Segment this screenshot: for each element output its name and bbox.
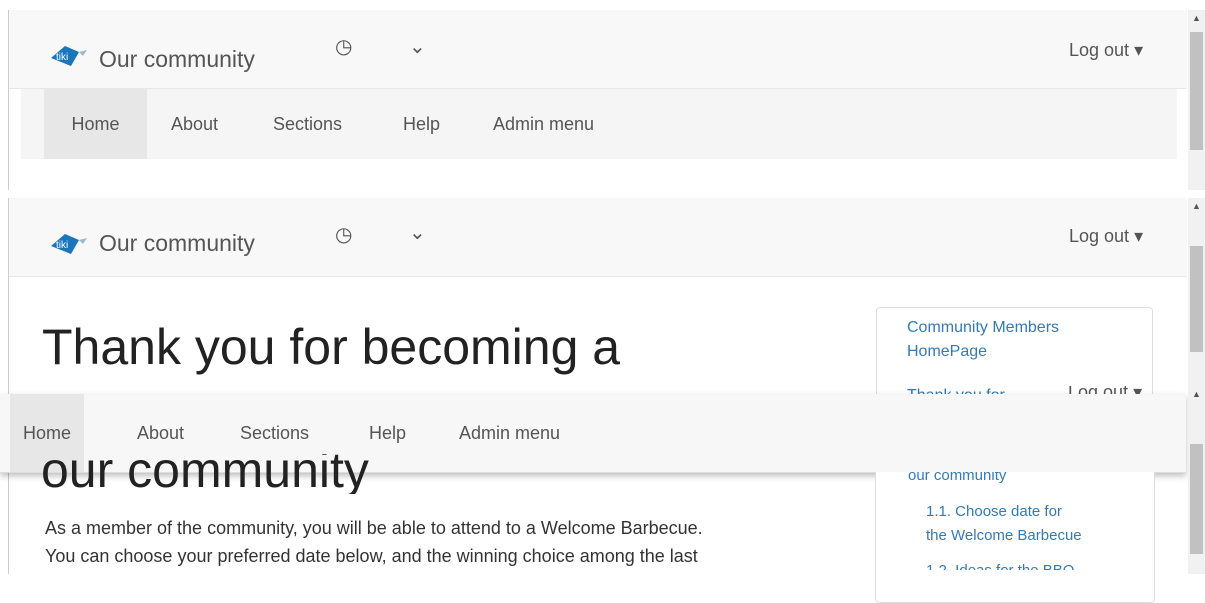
frame-top: tiki Our community ◷ ⌄ Log out ▾ Home Ab… bbox=[8, 10, 1187, 190]
chevron-down-icon-2[interactable]: ⌄ bbox=[409, 220, 426, 245]
nav-sections[interactable]: Sections bbox=[273, 89, 342, 159]
site-title[interactable]: Our community bbox=[99, 46, 255, 73]
nav-admin[interactable]: Admin menu bbox=[493, 89, 594, 159]
toc-box-2: our community 1.1. Choose date for the W… bbox=[875, 472, 1155, 603]
toc-title-line1: Community Members bbox=[907, 319, 1060, 336]
intro-line-2: You can choose your preferred date below… bbox=[45, 546, 698, 566]
intro-paragraph: As a member of the community, you will b… bbox=[45, 514, 865, 570]
chevron-down-icon[interactable]: ⌄ bbox=[409, 34, 426, 59]
clock-icon-2[interactable]: ◷ bbox=[335, 222, 352, 247]
caret-down-icon: ▾ bbox=[1134, 40, 1144, 60]
top-navbar-2: tiki Our community ◷ ⌄ Log out ▾ bbox=[9, 198, 1187, 277]
toc-subitem-1[interactable]: 1.1. Choose date for the Welcome Barbecu… bbox=[926, 500, 1082, 548]
nav-about-label: About bbox=[171, 113, 219, 134]
logout-label-2: Log out bbox=[1069, 226, 1130, 246]
scroll-up-icon-3[interactable]: ▲ bbox=[1188, 386, 1205, 403]
svg-text:tiki: tiki bbox=[56, 52, 68, 63]
nav-help-label-2: Help bbox=[369, 422, 407, 443]
scrollbar-top[interactable]: ▲ bbox=[1188, 10, 1205, 190]
nav-help-2[interactable]: Help bbox=[369, 394, 406, 472]
nav-sections-label-2: Sections bbox=[240, 422, 310, 443]
toc-item-partial-2[interactable]: our community bbox=[908, 472, 1006, 488]
top-navbar: tiki Our community ◷ ⌄ Log out ▾ bbox=[9, 10, 1187, 89]
main-nav: Home About Sections Help Admin menu bbox=[21, 89, 1177, 159]
nav-about[interactable]: About bbox=[171, 89, 218, 159]
nav-admin-label-2: Admin menu bbox=[459, 422, 561, 443]
page-heading: Thank you for becoming a bbox=[42, 319, 621, 375]
logout-menu[interactable]: Log out ▾ bbox=[1069, 40, 1143, 61]
svg-text:tiki: tiki bbox=[56, 240, 68, 251]
logout-label: Log out bbox=[1069, 40, 1130, 60]
nav-home-label-2: Home bbox=[22, 422, 71, 443]
clock-icon[interactable]: ◷ bbox=[335, 34, 352, 59]
nav-home-label: Home bbox=[71, 113, 120, 134]
nav-help-label: Help bbox=[403, 113, 441, 134]
scrollbar-front[interactable]: ▲ bbox=[1188, 386, 1205, 574]
page-heading-continued: our community bbox=[41, 454, 369, 494]
nav-home[interactable]: Home bbox=[44, 89, 147, 159]
scroll-thumb[interactable] bbox=[1190, 32, 1203, 150]
scroll-up-icon[interactable]: ▲ bbox=[1188, 10, 1205, 27]
site-title-2[interactable]: Our community bbox=[99, 230, 255, 257]
caret-down-icon-2: ▾ bbox=[1134, 226, 1144, 246]
frame-front: Log out ▾ Home About Sections Help Admin… bbox=[0, 386, 1186, 603]
toc-subitem-1-line2: the Welcome Barbecue bbox=[926, 527, 1082, 544]
scroll-thumb-3[interactable] bbox=[1190, 444, 1203, 554]
toc-subitem-1-line1: 1.1. Choose date for bbox=[926, 503, 1062, 520]
nav-admin-2[interactable]: Admin menu bbox=[459, 394, 560, 472]
toc-title[interactable]: Community Members HomePage bbox=[907, 316, 1059, 364]
nav-sections-label: Sections bbox=[273, 113, 343, 134]
toc-subitem-2[interactable]: 1.2. Ideas for the BBQ bbox=[926, 560, 1074, 570]
logout-menu-2[interactable]: Log out ▾ bbox=[1069, 226, 1143, 247]
nav-admin-label: Admin menu bbox=[493, 113, 595, 134]
nav-about-label-2: About bbox=[137, 422, 185, 443]
tiki-logo[interactable]: tiki bbox=[47, 40, 89, 70]
scroll-up-icon-2[interactable]: ▲ bbox=[1188, 198, 1205, 215]
toc-title-line2: HomePage bbox=[907, 343, 988, 360]
nav-help[interactable]: Help bbox=[403, 89, 440, 159]
scroll-thumb-2[interactable] bbox=[1190, 246, 1203, 352]
scrollbar-middle[interactable]: ▲ bbox=[1188, 198, 1205, 398]
intro-line-1: As a member of the community, you will b… bbox=[45, 518, 703, 538]
tiki-logo-2[interactable]: tiki bbox=[47, 228, 89, 258]
